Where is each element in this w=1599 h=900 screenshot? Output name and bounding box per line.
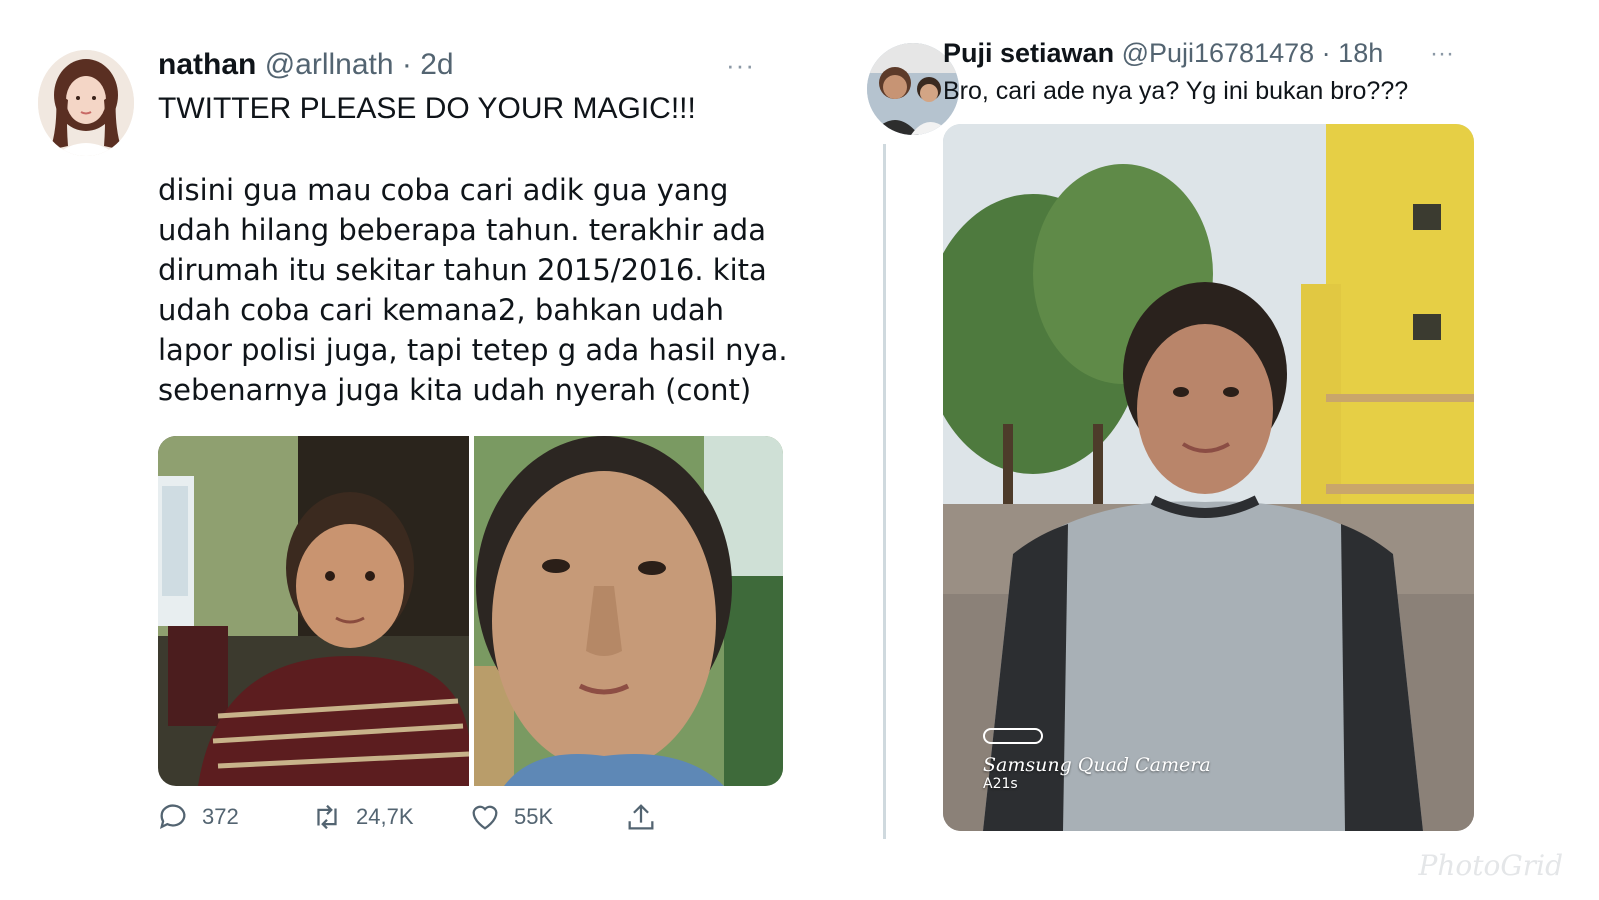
share-icon	[628, 804, 654, 830]
child-photo-1[interactable]	[158, 436, 469, 786]
tweet-header: nathan @arllnath · 2d	[158, 48, 454, 82]
camera-watermark-line2: A21s	[983, 776, 1018, 792]
display-name[interactable]: Puji setiawan	[943, 38, 1114, 68]
thread-line	[883, 144, 886, 839]
reply-button[interactable]: 372	[156, 800, 239, 834]
share-button[interactable]	[624, 800, 658, 834]
separator: ·	[1321, 38, 1331, 68]
boy-photo	[943, 124, 1474, 831]
avatar[interactable]	[38, 50, 134, 156]
tweet-body: disini gua mau coba cari adik gua yang u…	[158, 173, 788, 407]
tweet-header: Puji setiawan @Puji16781478 · 18h	[943, 38, 1383, 69]
separator: ·	[401, 48, 412, 81]
tweet-media[interactable]: Samsung Quad Camera A21s	[943, 124, 1474, 831]
retweet-button[interactable]: 24,7K	[310, 800, 414, 834]
camera-watermark: Samsung Quad Camera A21s	[983, 728, 1211, 792]
child-photo-2[interactable]	[474, 436, 783, 786]
timestamp[interactable]: 2d	[420, 48, 453, 81]
tweet-title: TWITTER PLEASE DO YOUR MAGIC!!!	[158, 92, 696, 125]
retweet-count: 24,7K	[356, 804, 414, 829]
tweet-media[interactable]	[158, 436, 783, 786]
more-options-icon[interactable]: ···	[726, 50, 755, 81]
more-options-icon[interactable]: ···	[1430, 40, 1454, 68]
user-handle[interactable]: @Puji16781478	[1122, 38, 1315, 68]
reply-icon	[159, 804, 186, 830]
camera-icon	[983, 728, 1043, 744]
reply-count: 372	[202, 804, 239, 829]
collage-watermark: PhotoGrid	[1418, 849, 1563, 882]
like-count: 55K	[514, 804, 554, 829]
display-name[interactable]: nathan	[158, 48, 256, 81]
retweet-icon	[317, 804, 337, 830]
tweet-text: Bro, cari ade nya ya? Yg ini bukan bro??…	[943, 77, 1409, 105]
timestamp[interactable]: 18h	[1338, 38, 1383, 68]
user-handle[interactable]: @arllnath	[265, 48, 394, 81]
camera-watermark-line1: Samsung Quad Camera	[983, 754, 1211, 776]
reply-tweet: Puji setiawan @Puji16781478 · 18h ··· Br…	[830, 0, 1599, 900]
original-tweet: nathan @arllnath · 2d ··· TWITTER PLEASE…	[0, 0, 820, 900]
heart-icon	[472, 805, 498, 830]
like-button[interactable]: 55K	[468, 800, 553, 834]
